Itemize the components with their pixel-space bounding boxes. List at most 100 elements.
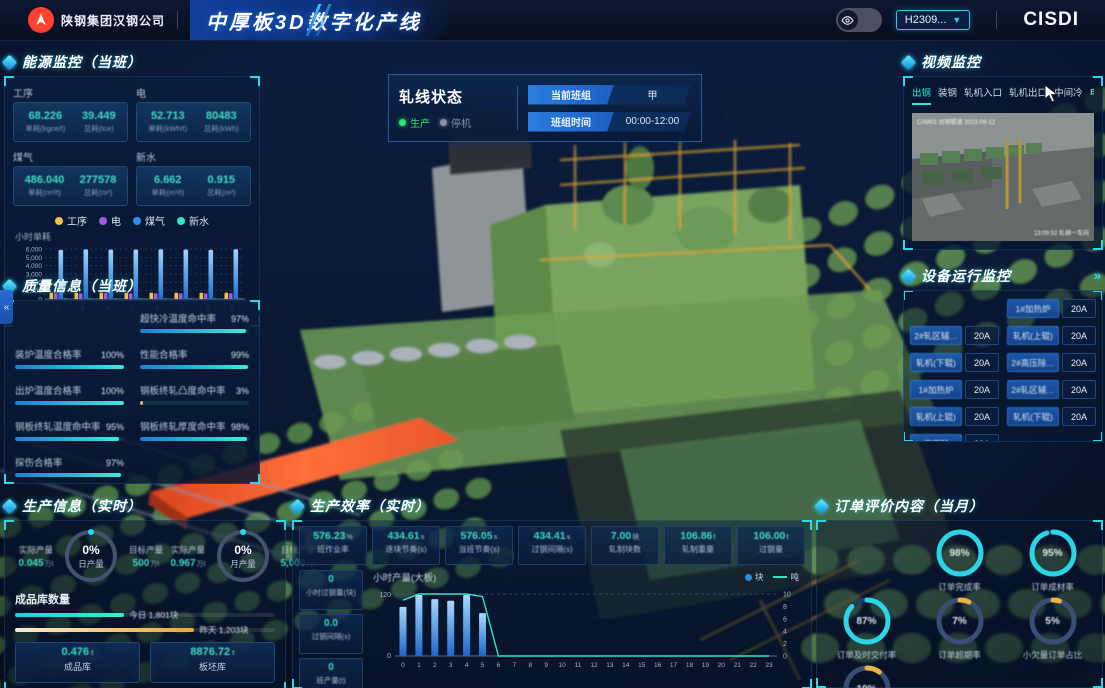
svg-text:10: 10 <box>783 592 791 599</box>
energy-card-values: 6.662单耗(m³/t)0.915总耗(m³) <box>136 166 251 206</box>
energy-unit: 总耗(m³) <box>207 187 236 198</box>
order-ring-gauge: 98% <box>934 527 986 579</box>
svg-text:19: 19 <box>702 662 710 669</box>
shift-info-value: 00:00-12:00 <box>614 116 691 127</box>
gauge-side-value: 500万t <box>125 558 167 569</box>
legend-dot-icon <box>177 217 185 225</box>
order-ring-gauge: 7% <box>934 595 986 647</box>
video-tab-电加热[interactable]: 电加热 <box>1090 85 1094 105</box>
device-label-chip[interactable]: 轧机(下辊) <box>910 353 962 372</box>
order-ring-label: 订单完成率 <box>914 581 1005 593</box>
device-label-chip[interactable]: 2#轧区辅… <box>1007 380 1059 399</box>
energy-unit: 总耗(tce) <box>82 123 116 134</box>
svg-text:23: 23 <box>765 662 773 669</box>
efficiency-stat-card: 106.86t轧制重量 <box>664 526 732 565</box>
quality-item: 探伤合格率 97% <box>15 455 124 477</box>
order-ring-gauge: 95% <box>1027 527 1079 579</box>
production-panel: 生产信息（实时） 实际产量0.045万t0%日产量目标产量500万t实际产量0.… <box>4 496 286 688</box>
line-status-panel: 轧线状态 生产停机 当前班组甲班组时间00:00-12:00 <box>388 74 702 142</box>
right-edge-chevron-icon[interactable]: » <box>1094 268 1101 283</box>
device-panel-title: 设备运行监控 <box>921 266 1011 286</box>
energy-value-pair: 486.040单耗(m³/t) <box>25 174 65 198</box>
quality-item-grid: 超快冷温度命中率97%装炉温度合格率100%性能合格率99%出炉温度合格率100… <box>4 300 260 484</box>
quality-progress-track <box>15 473 124 477</box>
device-label-chip[interactable]: 1#加热炉 <box>910 380 962 399</box>
device-label-chip[interactable]: 轧机(下辊) <box>1007 407 1059 426</box>
energy-value: 39.449 <box>82 110 116 122</box>
energy-card-name: 新水 <box>136 149 251 164</box>
hourly-output-chart: 1200024681001234567891011121314151617181… <box>367 584 805 684</box>
video-tab-轧机入口[interactable]: 轧机入口 <box>964 85 1002 105</box>
quality-progress-fill <box>15 437 119 441</box>
quality-item-value: 97% <box>106 458 124 468</box>
legend-dot-icon <box>745 574 752 581</box>
stock-bars: 今日 1,801块昨天 1,203块 <box>15 612 275 633</box>
device-label-chip[interactable]: 2#高压除… <box>1007 353 1059 372</box>
order-ring-gauge: 10% <box>841 663 893 688</box>
device-row: 2#轧区辅…20A <box>910 326 999 345</box>
energy-card: 新水 6.662单耗(m³/t)0.915总耗(m³) <box>136 148 251 206</box>
svg-text:6: 6 <box>497 662 501 669</box>
left-drawer-handle[interactable]: « <box>0 290 13 324</box>
device-label-chip[interactable]: 1#加热炉 <box>1007 299 1059 318</box>
quality-progress-track <box>15 437 124 441</box>
gauge-side-value: 0.045万t <box>15 558 57 569</box>
video-tab-中间冷[interactable]: 中间冷 <box>1054 85 1083 105</box>
quality-item-label: 探伤合格率 <box>15 455 63 469</box>
order-ring: 5%小欠量订单占比 <box>1007 595 1098 661</box>
quality-item-row: 钢板终轧温度命中率95% <box>15 419 124 433</box>
stock-box-label: 成品库 <box>16 660 139 673</box>
shift-info-chip: 当前班组 <box>528 85 614 105</box>
energy-value-pair: 68.226单耗(kgce/t) <box>25 110 65 134</box>
legend-item: 电 <box>99 213 121 228</box>
efficiency-stat-card: 7.00块轧制块数 <box>591 526 659 565</box>
video-tab-轧机出口[interactable]: 轧机出口 <box>1009 85 1047 105</box>
shift-info-value: 甲 <box>614 87 691 102</box>
quality-progress-fill <box>140 329 246 333</box>
efficiency-stat-label: 轧制块数 <box>592 544 658 555</box>
energy-panel-title: 能源监控（当班） <box>22 52 142 72</box>
energy-card: 电52.713单耗(kWh/t)80483总耗(kWh) <box>136 84 251 142</box>
quality-progress-fill <box>15 473 121 477</box>
quality-item: 钢板终轧厚度命中率98% <box>140 419 249 441</box>
visibility-toggle[interactable] <box>836 8 882 32</box>
order-ring: 87%订单及时交付率 <box>821 595 912 661</box>
line-select-dropdown[interactable]: H2309... ▼ <box>896 10 971 30</box>
order-ring: 95%订单成材率 <box>1007 527 1098 593</box>
legend-dot-icon <box>55 217 63 225</box>
cctv-video-feed[interactable]: CAM01 出钢辊道 2023-09-12 13:09:52 轧钢一车间 <box>912 113 1094 241</box>
energy-unit: 总耗(m³) <box>80 187 117 198</box>
legend-item: 工序 <box>55 213 87 228</box>
efficiency-stat-label: 班作业率 <box>300 544 366 555</box>
quality-progress-fill <box>140 365 248 369</box>
shift-info-row: 班组时间00:00-12:00 <box>528 112 691 132</box>
energy-value: 52.713 <box>148 110 187 122</box>
efficiency-stat-value: 576.23% <box>300 530 366 542</box>
video-tab-出钢[interactable]: 出钢 <box>912 85 931 105</box>
energy-chart-label: 小时单耗 <box>15 230 251 243</box>
video-tab-装钢[interactable]: 装钢 <box>938 85 957 105</box>
stock-bar-fill <box>15 613 124 617</box>
device-label-chip[interactable]: 轧机(上辊) <box>910 407 962 426</box>
device-current-value: 20A <box>965 353 999 372</box>
device-label-chip[interactable]: 2#高压除… <box>910 434 962 442</box>
svg-text:14: 14 <box>622 662 630 669</box>
header-bar: 陕钢集团汉钢公司 中厚板3D数字化产线 H2309... ▼ CISDI <box>0 0 1105 41</box>
device-row: 1#加热炉20A <box>910 380 999 399</box>
svg-text:6,000: 6,000 <box>26 247 43 254</box>
device-label-chip[interactable]: 2#轧区辅… <box>910 326 962 345</box>
panel-diamond-icon <box>901 268 917 284</box>
energy-card-name: 电 <box>136 85 251 100</box>
device-row: 2#轧区辅…20A <box>1007 380 1096 399</box>
device-label-chip[interactable]: 轧机(上辊) <box>1007 326 1059 345</box>
camera-watermark: 13:09:52 轧钢一车间 <box>1034 228 1089 237</box>
device-current-value: 20A <box>1062 380 1096 399</box>
efficiency-stat-label: 逐块节奏(s) <box>373 544 439 555</box>
gauge-text: 0%日产量 <box>62 527 120 585</box>
svg-text:13: 13 <box>606 662 614 669</box>
device-row: 轧机(下辊)20A <box>910 353 999 372</box>
svg-text:12: 12 <box>590 662 598 669</box>
side-stat-label: 班产量(t) <box>300 675 362 686</box>
efficiency-stat-value: 7.00块 <box>592 530 658 542</box>
efficiency-stat-label: 过钢量 <box>738 544 804 555</box>
